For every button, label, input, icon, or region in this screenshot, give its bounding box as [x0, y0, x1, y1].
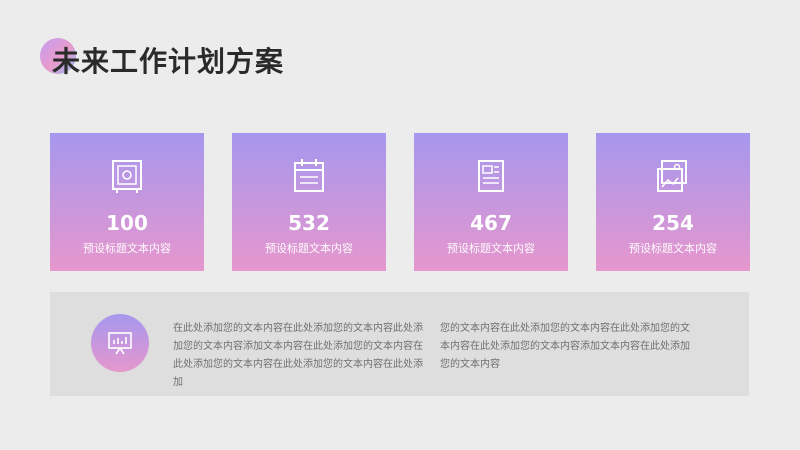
image-frame-icon [657, 160, 687, 192]
stat-card-3: 467 预设标题文本内容 [414, 133, 568, 271]
stat-card-4: 254 预设标题文本内容 [596, 133, 750, 271]
presentation-chart-icon [108, 332, 132, 355]
stat-label: 预设标题文本内容 [265, 242, 353, 255]
stat-label: 预设标题文本内容 [447, 242, 535, 255]
stat-label: 预设标题文本内容 [83, 242, 171, 255]
stat-card-2: 532 预设标题文本内容 [232, 133, 386, 271]
stat-value: 467 [470, 211, 512, 235]
calendar-icon [294, 159, 324, 192]
stat-value: 532 [288, 211, 330, 235]
newspaper-icon [478, 160, 504, 192]
panel-text-right: 您的文本内容在此处添加您的文本内容在此处添加您的文本内容在此处添加您的文本内容添… [440, 323, 690, 370]
page-title: 未来工作计划方案 [52, 45, 285, 78]
panel-text-left: 在此处添加您的文本内容在此处添加您的文本内容此处添加您的文本内容添加文本内容在此… [173, 323, 423, 388]
safe-icon [112, 160, 142, 193]
stat-label: 预设标题文本内容 [629, 242, 717, 255]
stat-card-1: 100 预设标题文本内容 [50, 133, 204, 271]
stat-value: 100 [106, 211, 148, 235]
description-panel: 在此处添加您的文本内容在此处添加您的文本内容此处添加您的文本内容添加文本内容在此… [50, 292, 749, 396]
stat-value: 254 [652, 211, 694, 235]
panel-icon-circle [91, 314, 149, 372]
